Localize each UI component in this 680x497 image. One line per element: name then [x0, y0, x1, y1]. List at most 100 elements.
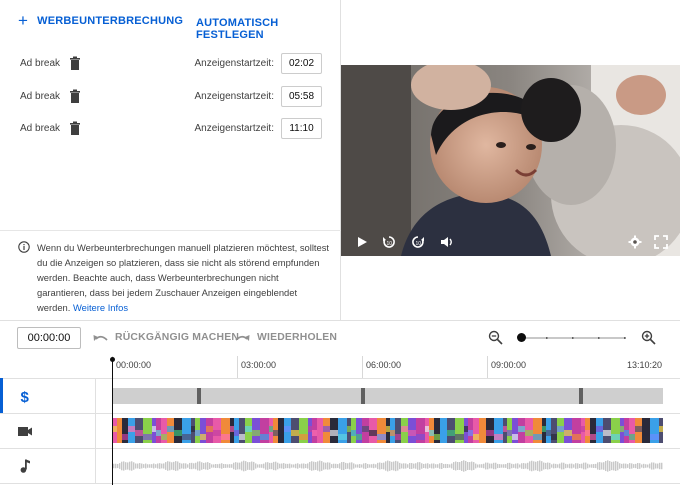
waveform-bar — [617, 461, 619, 471]
waveform-bar — [385, 461, 387, 471]
playhead-handle[interactable] — [110, 357, 115, 362]
thumbnail-detail — [401, 426, 408, 432]
waveform-bar — [583, 462, 585, 470]
trash-icon[interactable] — [69, 89, 81, 103]
thumbnail-detail — [206, 426, 213, 432]
waveform-bar — [579, 463, 581, 469]
waveform-bar — [661, 462, 663, 470]
waveform-bar — [309, 461, 311, 471]
ad-start-time-input[interactable]: 11:10 — [281, 117, 322, 139]
zoom-out-icon[interactable] — [488, 330, 503, 345]
settings-icon[interactable] — [628, 235, 642, 249]
ruler-label: 09:00:00 — [491, 360, 527, 370]
zoom-slider[interactable] — [521, 337, 626, 339]
waveform-bar — [321, 461, 323, 471]
thumbnail-detail — [117, 430, 122, 436]
waveform-bar — [177, 461, 179, 471]
waveform-bar — [407, 464, 409, 468]
waveform-bar — [271, 462, 273, 470]
waveform-bar — [179, 462, 181, 470]
waveform-bar — [639, 463, 641, 469]
video-track[interactable] — [113, 418, 663, 443]
waveform-bar — [545, 462, 547, 470]
waveform-bar — [331, 464, 333, 468]
waveform-bar — [645, 464, 647, 468]
waveform-bar — [615, 461, 617, 471]
ad-start-label: Anzeigenstartzeit: — [194, 57, 275, 69]
waveform-bar — [419, 462, 421, 470]
waveform-bar — [471, 461, 473, 471]
waveform-bar — [521, 463, 523, 469]
playhead[interactable] — [112, 359, 113, 485]
svg-text:$: $ — [21, 389, 30, 404]
timeline-ruler[interactable]: 00:00:00 03:00:00 06:00:00 09:00:00 13:1… — [112, 356, 670, 378]
waveform-bar — [647, 464, 649, 468]
waveform-bar — [367, 463, 369, 469]
waveform-bar — [339, 463, 341, 469]
rewind-10-icon[interactable]: 10 — [382, 235, 396, 249]
timecode-input[interactable]: 00:00:00 — [17, 327, 81, 349]
zoom-in-icon[interactable] — [641, 330, 656, 345]
waveform-bar — [223, 464, 225, 468]
undo-button[interactable]: RÜCKGÄNGIG MACHEN — [93, 332, 239, 343]
redo-button[interactable]: WIEDERHOLEN — [235, 332, 337, 343]
trash-icon[interactable] — [69, 56, 81, 70]
zoom-slider-handle[interactable] — [517, 333, 526, 342]
waveform-bar — [351, 462, 353, 470]
waveform-bar — [429, 464, 431, 468]
thumbnail-detail — [273, 430, 278, 436]
waveform-bar — [549, 462, 551, 470]
waveform-bar — [141, 463, 143, 469]
waveform-bar — [435, 464, 437, 468]
waveform-bar — [451, 463, 453, 469]
waveform-bar — [237, 462, 239, 470]
waveform-bar — [129, 461, 131, 471]
learn-more-link[interactable]: Weitere Infos — [73, 302, 128, 313]
thumbnail-detail — [252, 430, 260, 436]
fullscreen-icon[interactable] — [654, 235, 668, 249]
add-ad-break-button[interactable]: + WERBEUNTERBRECHUNG — [18, 12, 183, 29]
play-icon[interactable] — [355, 235, 369, 249]
ad-break-marker[interactable] — [579, 388, 583, 404]
thumbnail-detail — [546, 430, 551, 436]
video-preview[interactable]: 10 10 — [341, 65, 680, 256]
auto-place-button[interactable]: AUTOMATISCH FESTLEGEN — [196, 17, 340, 41]
thumbnail-detail — [629, 434, 635, 440]
waveform-bar — [565, 463, 567, 469]
thumbnail-detail — [323, 426, 330, 432]
thumbnail-detail — [161, 434, 167, 440]
forward-10-icon[interactable]: 10 — [411, 235, 425, 249]
waveform-bar — [281, 463, 283, 469]
waveform-bar — [607, 460, 609, 472]
ad-break-marker[interactable] — [197, 388, 201, 404]
waveform-bar — [373, 463, 375, 469]
waveform-bar — [191, 462, 193, 470]
waveform-bar — [529, 461, 531, 471]
audio-track[interactable] — [113, 455, 663, 477]
waveform-bar — [341, 462, 343, 470]
thumbnail-detail — [585, 430, 590, 436]
thumbnail-detail — [213, 430, 221, 436]
ruler-label: 13:10:20 — [627, 360, 663, 370]
ad-start-time-input[interactable]: 02:02 — [281, 52, 322, 74]
trash-icon[interactable] — [69, 121, 81, 135]
thumbnail-detail — [464, 426, 468, 432]
waveform-bar — [447, 464, 449, 468]
volume-icon[interactable] — [440, 235, 454, 249]
waveform-bar — [291, 464, 293, 468]
waveform-bar — [279, 463, 281, 469]
thumbnail-detail — [525, 430, 533, 436]
ad-start-time-input[interactable]: 05:58 — [281, 85, 322, 107]
waveform-bar — [157, 463, 159, 469]
thumbnail-detail — [191, 426, 195, 432]
thumbnail-detail — [299, 434, 308, 440]
ad-break-marker[interactable] — [361, 388, 365, 404]
waveform-bar — [359, 464, 361, 468]
waveform-bar — [377, 462, 379, 470]
thumbnail-detail — [507, 430, 512, 436]
thumbnail-detail — [635, 426, 642, 432]
thumbnail-detail — [308, 426, 312, 432]
info-notice: Wenn du Werbeunterbrechungen manuell pla… — [18, 240, 330, 315]
thumbnail-detail — [278, 434, 284, 440]
waveform-bar — [611, 461, 613, 471]
